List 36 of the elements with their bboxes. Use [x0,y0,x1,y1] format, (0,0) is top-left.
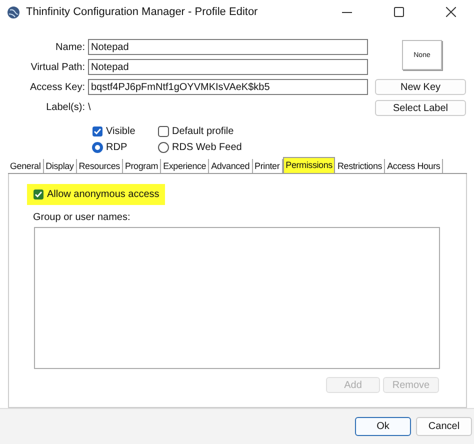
side-button[interactable]: New Key [375,79,466,95]
window-title: Thinfinity Configuration Manager - Profile Editor [26,6,259,18]
labels-value: \ [88,102,91,112]
option-label: Visible [106,126,136,137]
tab[interactable]: Restrictions [335,159,386,173]
maximize-icon [394,7,404,17]
text-field[interactable]: Notepad [88,59,368,75]
text-field[interactable]: Notepad [88,39,368,55]
tab[interactable]: Resources [76,159,123,173]
option-label: RDP [106,142,128,153]
text-field[interactable]: bqstf4PJ6pFmNtf1gOYVMKIsVAeK$kb5 [88,79,368,95]
tab[interactable]: Access Hours [385,159,444,173]
radio-button[interactable] [158,142,169,153]
tab[interactable]: Display [44,159,77,173]
side-button[interactable]: Select Label [375,100,466,116]
list-label: Group or user names: [33,212,132,223]
checked-checkbox[interactable] [33,189,44,200]
field-label: Name: [54,42,86,52]
option-label: Default profile [172,126,234,137]
field-label: Label(s): [45,102,86,112]
checked-checkbox[interactable] [92,126,103,137]
radio-button[interactable] [92,142,103,153]
checkbox[interactable] [158,126,169,137]
tab[interactable]: Experience [161,159,210,173]
tab[interactable]: General [8,159,44,173]
close-icon [446,7,456,17]
globe-icon [7,6,20,18]
field-label: Virtual Path: [30,62,86,72]
tab[interactable]: Program [122,159,162,173]
option-label: RDS Web Feed [172,142,242,153]
tab[interactable]: Advanced [209,159,253,173]
field-label: Access Key: [28,82,86,92]
checkbox-label: Allow anonymous access [47,189,160,200]
dialog-button[interactable]: Ok [355,416,411,436]
dialog-button[interactable]: Cancel [416,416,472,436]
tab[interactable]: Permissions [282,157,336,173]
